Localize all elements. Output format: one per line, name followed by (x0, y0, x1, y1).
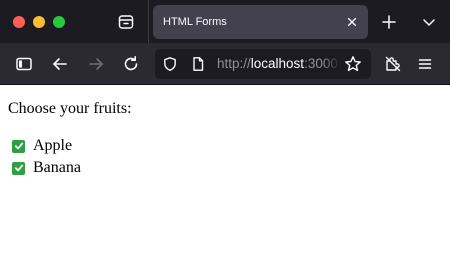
plus-icon[interactable] (378, 11, 400, 33)
arrow-left-icon[interactable] (48, 52, 72, 76)
reload-icon[interactable] (119, 52, 143, 76)
navigation-toolbar: http://localhost:3000 (0, 43, 450, 85)
fruit-option-apple[interactable]: Apple (12, 137, 72, 155)
shield-icon[interactable] (161, 55, 179, 73)
url-host: localhost (250, 56, 305, 71)
apple-label: Apple (33, 137, 73, 154)
tab-bar: HTML Forms (0, 0, 450, 43)
puzzle-icon[interactable] (381, 52, 405, 76)
banana-label: Banana (33, 159, 81, 176)
fruit-option-banana[interactable]: Banana (12, 159, 81, 177)
tabs-menu-icon[interactable] (115, 10, 137, 34)
url-bar[interactable]: http://localhost:3000 (155, 49, 371, 79)
url-port: :3000 (304, 56, 338, 71)
page-content: Choose your fruits: Apple Banana (0, 86, 450, 258)
apple-checkbox[interactable] (12, 139, 25, 153)
banana-checkbox[interactable] (12, 161, 25, 175)
check-icon (14, 164, 23, 172)
window-close-button[interactable] (13, 16, 25, 28)
close-icon[interactable] (344, 14, 360, 30)
url-text[interactable]: http://localhost:3000 (217, 49, 341, 79)
fruits-prompt: Choose your fruits: (8, 100, 132, 117)
sidebar-icon[interactable] (12, 52, 36, 76)
arrow-right-icon[interactable] (84, 52, 108, 76)
hamburger-menu-icon[interactable] (413, 52, 437, 76)
window-minimize-button[interactable] (33, 16, 45, 28)
star-icon[interactable] (343, 54, 363, 74)
page-icon[interactable] (189, 55, 207, 73)
chevron-down-icon[interactable] (418, 11, 440, 33)
tab-html-forms[interactable]: HTML Forms (153, 5, 368, 39)
check-icon (14, 142, 23, 150)
tab-title: HTML Forms (163, 16, 227, 28)
url-scheme: http:// (217, 56, 251, 71)
tab-separator (148, 0, 149, 43)
window-zoom-button[interactable] (53, 16, 65, 28)
